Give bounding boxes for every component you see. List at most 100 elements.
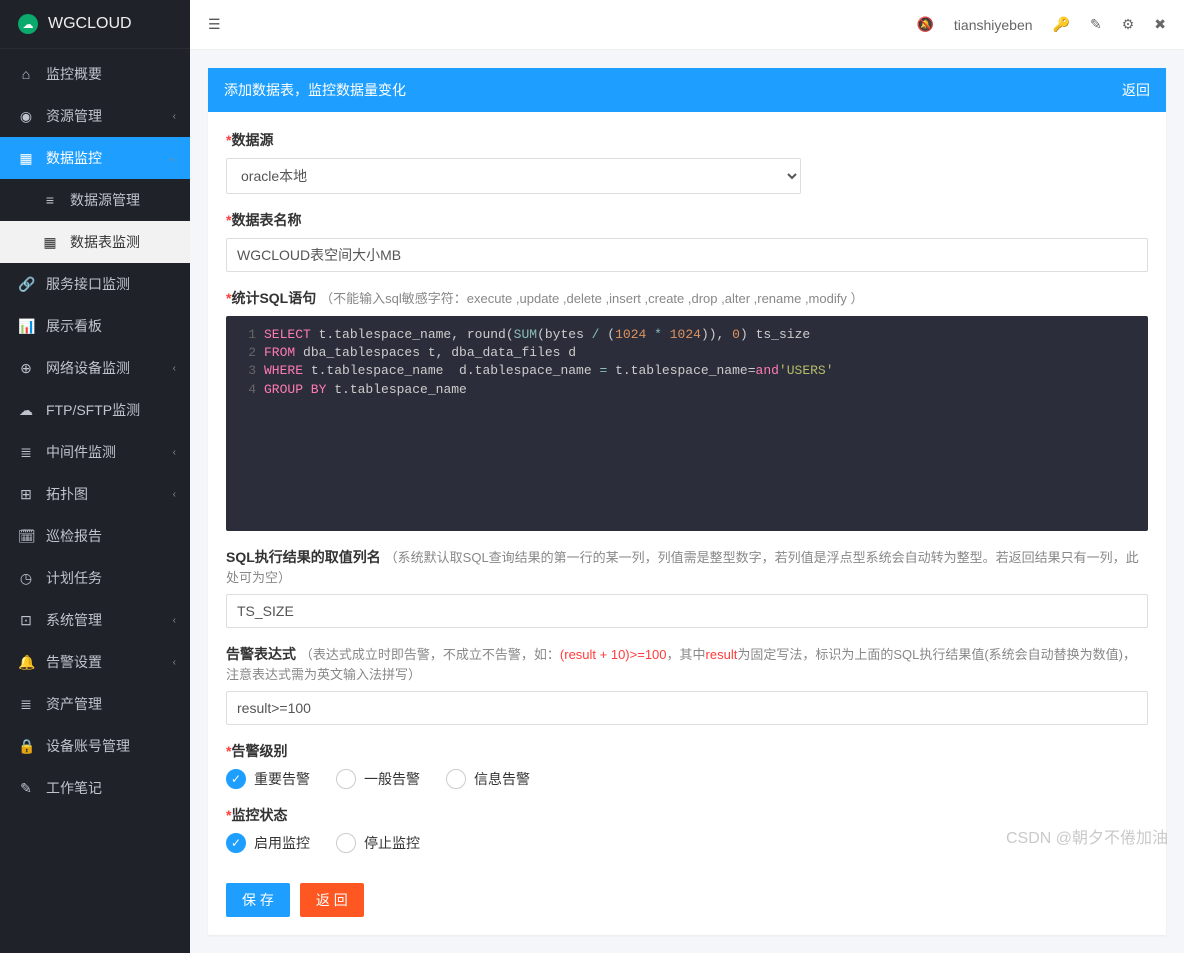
brand-text: WGCLOUD xyxy=(48,15,132,33)
sidebar-item[interactable]: ≣ 资产管理 xyxy=(0,683,190,725)
sidebar-item[interactable]: ◷ 计划任务 xyxy=(0,557,190,599)
sidebar-item[interactable]: ▦ 数据表监测 xyxy=(0,221,190,263)
menu-label: 服务接口监测 xyxy=(46,274,130,294)
alarmexpr-label: 告警表达式 （表达式成立时即告警，不成立不告警，如：(result + 10)>… xyxy=(226,644,1148,683)
save-button[interactable]: 保 存 xyxy=(226,883,290,917)
resultcol-input[interactable] xyxy=(226,594,1148,628)
menu-icon: ✎ xyxy=(18,780,34,797)
datasource-label: *数据源 xyxy=(226,130,1148,150)
alarmexpr-input[interactable] xyxy=(226,691,1148,725)
form-card: 添加数据表，监控数据量变化 返回 *数据源 oracle本地 *数据表名称 xyxy=(208,68,1166,935)
sidebar-item[interactable]: ≡ 数据源管理 xyxy=(0,179,190,221)
menu-label: 巡检报告 xyxy=(46,526,102,546)
menu-icon: ⊞ xyxy=(18,486,34,503)
sql-label: *统计SQL语句 （不能输入sql敏感字符：execute ,update ,d… xyxy=(226,288,1148,308)
sidebar-item[interactable]: ≣中间件监测‹ xyxy=(0,431,190,473)
tablename-input[interactable] xyxy=(226,238,1148,272)
radio-label: 停止监控 xyxy=(364,833,420,853)
radio-circle xyxy=(336,833,356,853)
sidebar-item[interactable]: 🔒 设备账号管理 xyxy=(0,725,190,767)
menu-icon: 🗓 xyxy=(18,528,34,545)
menu-label: 工作笔记 xyxy=(46,778,102,798)
menu-icon: 🔗 xyxy=(18,276,34,293)
bell-mute-icon[interactable]: 🔕 xyxy=(916,16,933,33)
hamburger-icon[interactable]: ☰ xyxy=(208,16,221,33)
sidebar-item[interactable]: 🗓 巡检报告 xyxy=(0,515,190,557)
menu-label: 数据表监测 xyxy=(70,232,140,252)
menu-label: 拓扑图 xyxy=(46,484,88,504)
menu-icon: 🔔 xyxy=(18,654,34,671)
sidebar-item[interactable]: ⊡ 系统管理 ‹ xyxy=(0,599,190,641)
menu-label: 系统管理 xyxy=(46,610,102,630)
sidebar-item[interactable]: ◉ 资源管理 ‹ xyxy=(0,95,190,137)
back-button[interactable]: 返 回 xyxy=(300,883,364,917)
sidebar-item[interactable]: ☁ FTP/SFTP监测 xyxy=(0,389,190,431)
menu-icon: ☁ xyxy=(18,402,34,419)
menu-icon: 🔒 xyxy=(18,738,34,755)
radio-option[interactable]: 信息告警 xyxy=(446,769,530,789)
close-icon[interactable]: ✖ xyxy=(1154,16,1166,33)
radio-circle: ✓ xyxy=(226,833,246,853)
monitorstatus-label: *监控状态 xyxy=(226,805,1148,825)
edit-icon[interactable]: ✎ xyxy=(1090,16,1102,33)
menu-label: 中间件监测 xyxy=(46,442,116,462)
radio-label: 信息告警 xyxy=(474,769,530,789)
datasource-select[interactable]: oracle本地 xyxy=(226,158,801,194)
sidebar-item[interactable]: ⊕网络设备监测‹ xyxy=(0,347,190,389)
menu-label: 设备账号管理 xyxy=(46,736,130,756)
menu-label: 数据监控 xyxy=(46,148,102,168)
radio-label: 一般告警 xyxy=(364,769,420,789)
menu-icon: ◉ xyxy=(18,108,34,125)
sidebar-item[interactable]: ▦ 数据监控 ⌄ xyxy=(0,137,190,179)
menu-icon: ◷ xyxy=(18,570,34,587)
back-link[interactable]: 返回 xyxy=(1122,80,1150,100)
sidebar-menu: ⌂监控概要 ◉ 资源管理 ‹ ▦ 数据监控 ⌄ ≡ 数据源管理 ▦ 数据表监测 🔗 服务接口监测 📊展示看… xyxy=(0,49,190,809)
chevron-icon: ‹ xyxy=(173,657,176,668)
radio-circle xyxy=(336,769,356,789)
radio-option[interactable]: 停止监控 xyxy=(336,833,420,853)
menu-label: 数据源管理 xyxy=(70,190,140,210)
topbar: ☰ 🔕 tianshiyeben 🔑 ✎ ⚙ ✖ xyxy=(190,0,1184,50)
chevron-icon: ‹ xyxy=(173,615,176,626)
menu-icon: ▦ xyxy=(18,150,34,167)
menu-label: 资产管理 xyxy=(46,694,102,714)
radio-option[interactable]: ✓ 启用监控 xyxy=(226,833,310,853)
menu-icon: ▦ xyxy=(42,234,58,251)
menu-label: 网络设备监测 xyxy=(46,358,130,378)
card-title: 添加数据表，监控数据量变化 xyxy=(224,80,406,100)
radio-label: 重要告警 xyxy=(254,769,310,789)
chevron-icon: ‹ xyxy=(173,111,176,122)
monitorstatus-radios: ✓ 启用监控 停止监控 xyxy=(226,833,1148,853)
sql-editor[interactable]: 1SELECT t.tablespace_name, round(SUM(byt… xyxy=(226,316,1148,531)
menu-icon: ≣ xyxy=(18,696,34,713)
chevron-icon: ‹ xyxy=(173,489,176,500)
sidebar-item[interactable]: ✎ 工作笔记 xyxy=(0,767,190,809)
alarmlevel-radios: ✓ 重要告警 一般告警 信息告警 xyxy=(226,769,1148,789)
menu-label: 计划任务 xyxy=(46,568,102,588)
radio-circle: ✓ xyxy=(226,769,246,789)
sidebar-item[interactable]: 🔗 服务接口监测 xyxy=(0,263,190,305)
menu-icon: ⊕ xyxy=(18,360,34,377)
sidebar-item[interactable]: ⊞ 拓扑图 ‹ xyxy=(0,473,190,515)
brand-logo[interactable]: ☁ WGCLOUD xyxy=(0,0,190,49)
menu-icon: ≡ xyxy=(42,192,58,208)
sidebar-item[interactable]: 🔔 告警设置 ‹ xyxy=(0,641,190,683)
radio-label: 启用监控 xyxy=(254,833,310,853)
chevron-icon: ⌄ xyxy=(168,153,176,164)
menu-label: FTP/SFTP监测 xyxy=(46,400,140,420)
radio-circle xyxy=(446,769,466,789)
radio-option[interactable]: ✓ 重要告警 xyxy=(226,769,310,789)
radio-option[interactable]: 一般告警 xyxy=(336,769,420,789)
menu-label: 资源管理 xyxy=(46,106,102,126)
resultcol-label: SQL执行结果的取值列名 （系统默认取SQL查询结果的第一行的某一列，列值需是整… xyxy=(226,547,1148,586)
tablename-label: *数据表名称 xyxy=(226,210,1148,230)
menu-label: 告警设置 xyxy=(46,652,102,672)
key-icon[interactable]: 🔑 xyxy=(1053,16,1070,33)
sidebar-item[interactable]: ⌂监控概要 xyxy=(0,53,190,95)
sidebar-item[interactable]: 📊展示看板 xyxy=(0,305,190,347)
menu-label: 展示看板 xyxy=(46,316,102,336)
alarmlevel-label: *告警级别 xyxy=(226,741,1148,761)
menu-icon: ⊡ xyxy=(18,612,34,629)
username[interactable]: tianshiyeben xyxy=(954,17,1033,33)
gear-icon[interactable]: ⚙ xyxy=(1122,16,1135,33)
